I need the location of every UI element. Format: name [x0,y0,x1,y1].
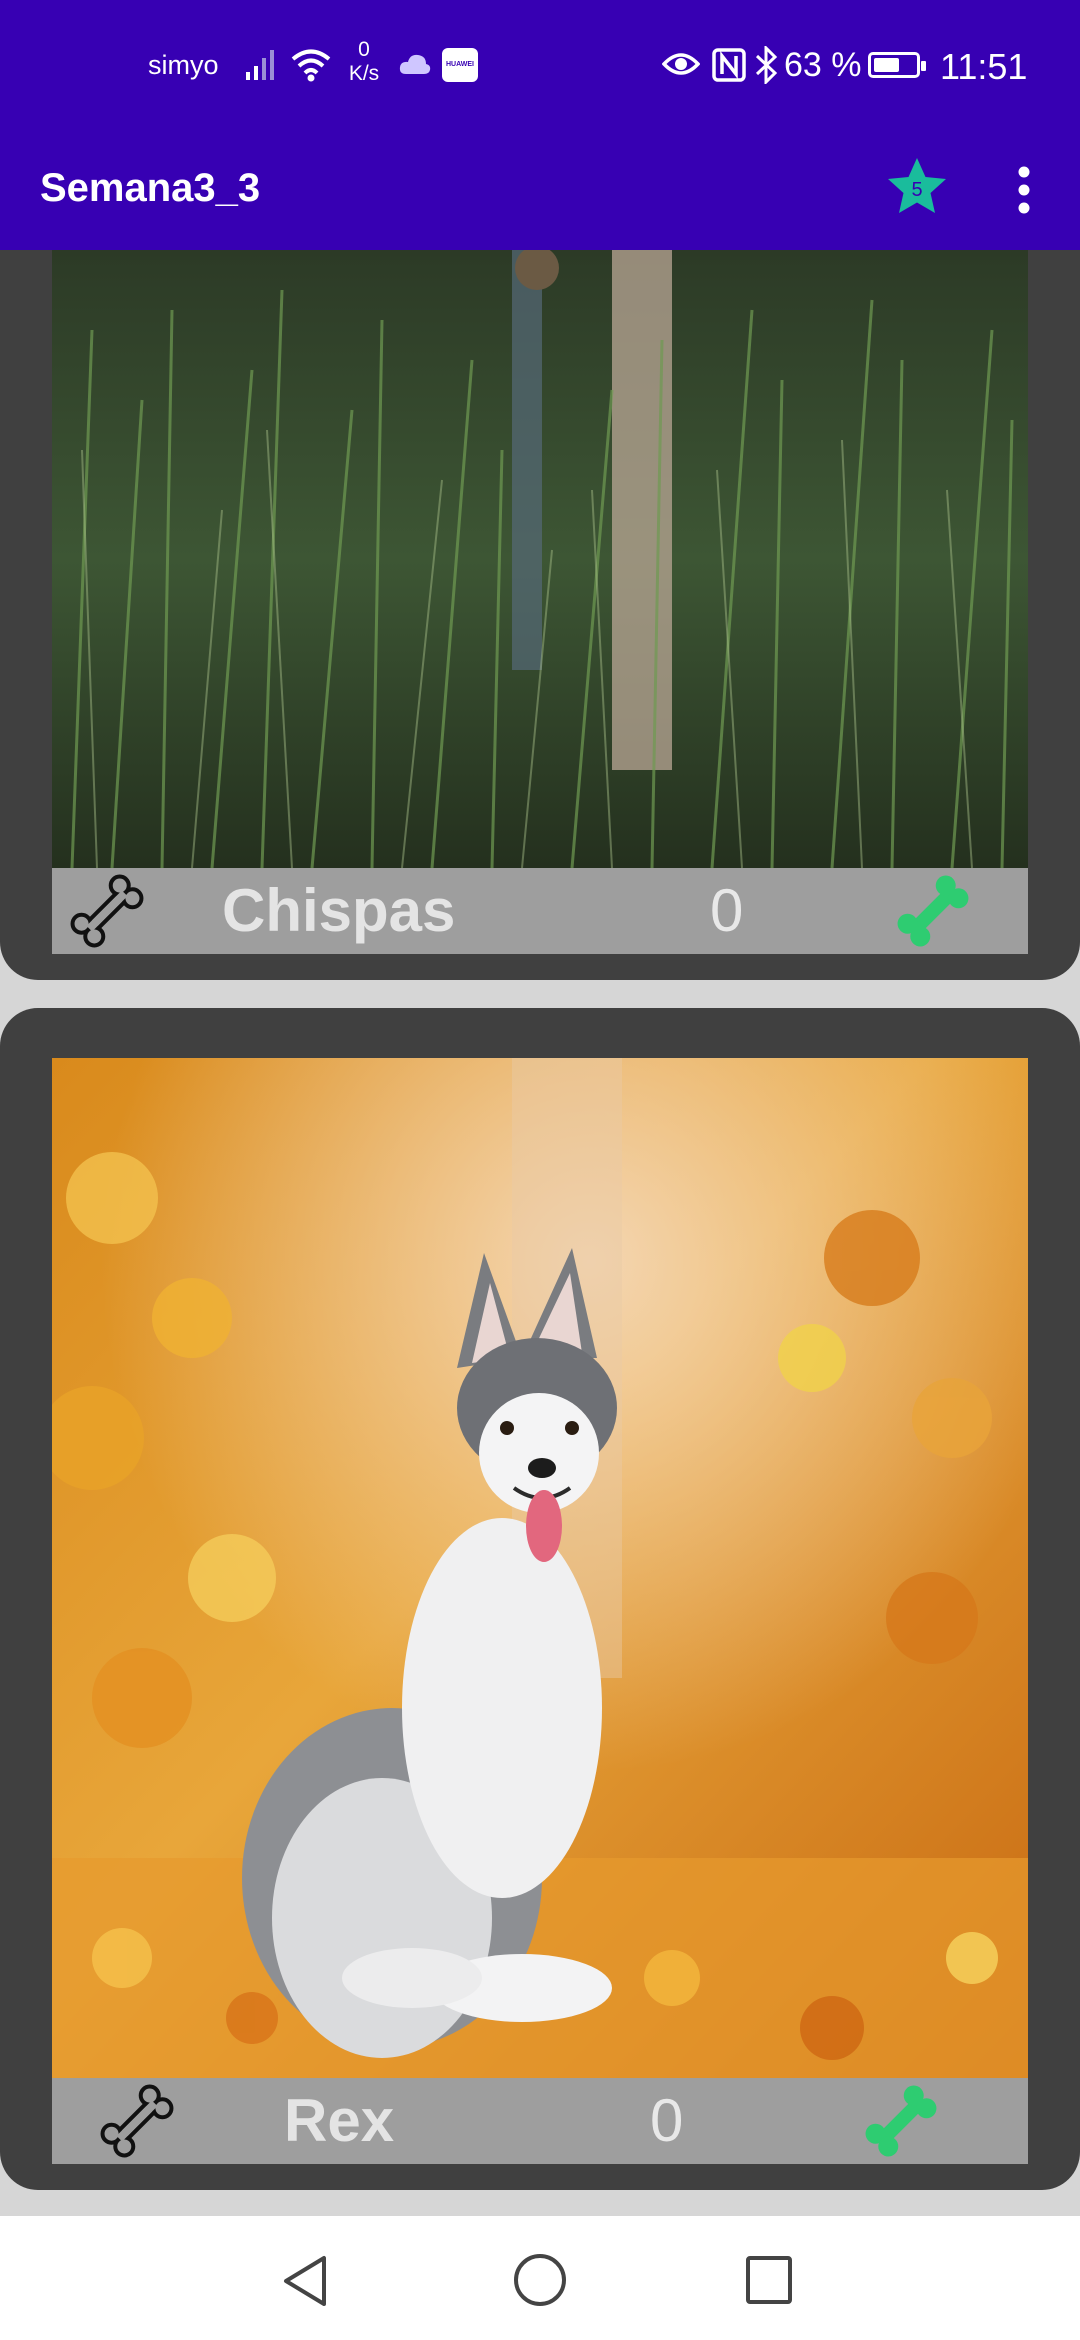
pet-info-bar: Chispas 0 [52,868,1028,954]
pet-photo [52,250,1028,868]
pet-info-bar: Rex 0 [52,2078,1028,2164]
back-icon[interactable] [280,2254,330,2313]
nfc-icon [712,48,746,87]
bone-filled-icon[interactable] [856,2078,946,2164]
bone-filled-icon[interactable] [888,868,978,954]
battery-percent: 63 % [784,46,862,84]
favorites-count-badge: 5 [911,179,922,201]
navigation-bar [0,2216,1080,2340]
rating-count: 0 [650,2087,684,2154]
rating-count: 0 [710,877,744,944]
status-bar: simyo 0 K/s HUAWEI 63 % 11:51 [0,0,1080,134]
signal-icon [244,46,280,87]
eye-icon [661,50,701,83]
battery-icon [868,52,926,78]
bluetooth-icon [754,44,780,89]
app-bar: Semana3_3 5 [0,134,1080,250]
bone-outline-icon[interactable] [62,868,152,954]
home-icon[interactable] [511,2251,569,2314]
pet-name: Chispas [222,877,456,944]
clock: 11:51 [940,46,1028,87]
pet-photo [52,1058,1028,2078]
wifi-icon [290,48,332,87]
recent-apps-icon[interactable] [744,2254,794,2311]
favorites-star-button[interactable]: 5 [882,152,952,222]
pet-card: Chispas 0 [0,250,1080,980]
app-title: Semana3_3 [40,166,261,210]
more-vert-icon[interactable] [1004,158,1044,222]
pet-name: Rex [284,2087,395,2154]
cloud-icon [398,52,432,81]
bone-outline-icon[interactable] [92,2078,182,2164]
network-speed: 0 K/s [348,38,380,85]
carrier-label: simyo [148,50,219,80]
star-icon: 5 [888,158,946,213]
pet-list[interactable]: Chispas 0 Rex 0 [0,250,1080,2216]
pet-card: Rex 0 [0,1008,1080,2190]
huawei-store-icon: HUAWEI [442,48,478,82]
